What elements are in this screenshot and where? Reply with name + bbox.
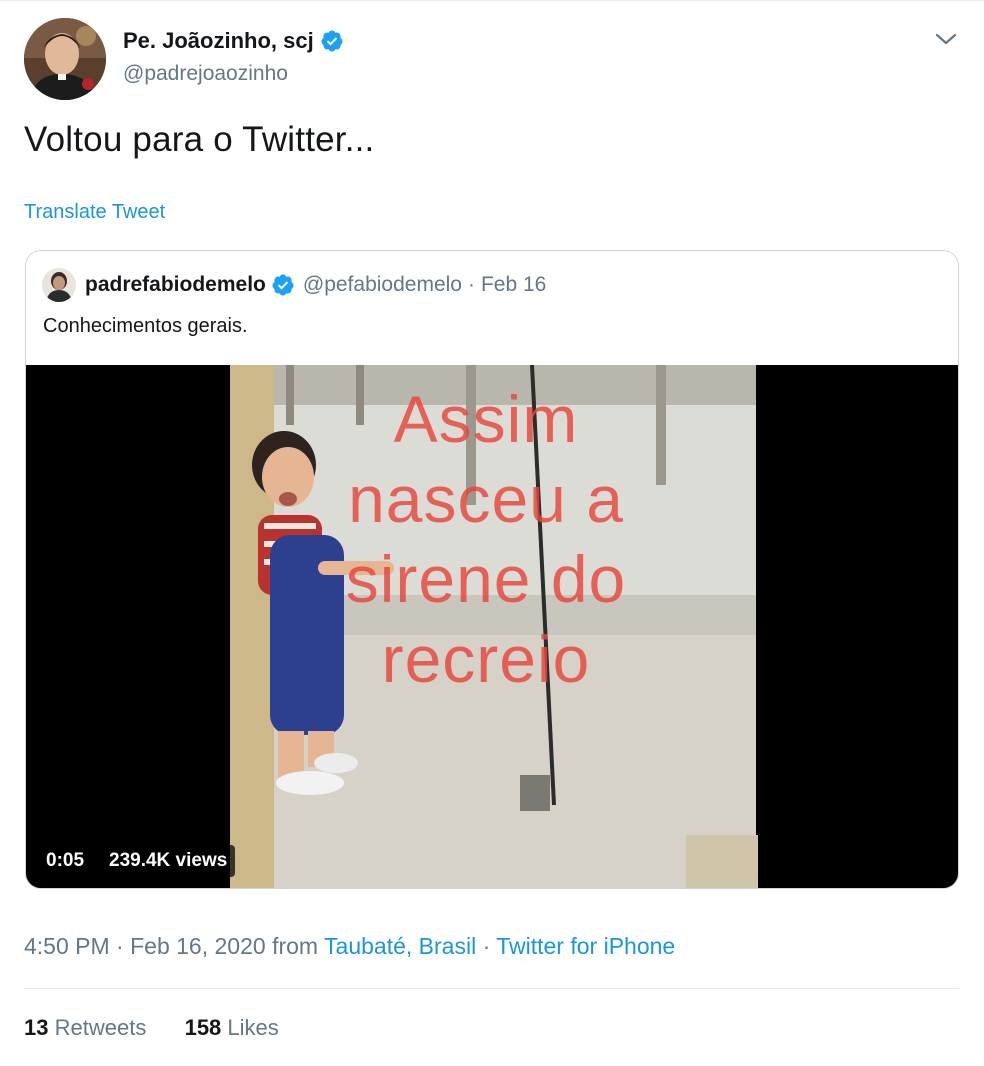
retweets-count: 13 [24,1015,49,1040]
overlay-line: sirene do [345,542,627,616]
divider [24,988,959,989]
likes-count: 158 [184,1015,222,1040]
quoted-tweet-text: Conhecimentos gerais. [43,315,248,337]
location-link[interactable]: Taubaté, Brasil [324,933,476,959]
video-views-badge: 239.4K views [101,845,236,877]
tweet-text: Voltou para o Twitter... [24,120,375,159]
retweets-label: Retweets [54,1015,147,1040]
separator-dot: · [482,933,491,959]
quoted-date[interactable]: Feb 16 [481,273,546,297]
separator-dot: · [116,933,124,959]
likes-stat[interactable]: 158 Likes [185,1015,279,1040]
tweet-stats: 13 Retweets 158 Likes [24,1015,279,1041]
translate-tweet-link[interactable]: Translate Tweet [24,201,165,224]
author-avatar[interactable] [24,18,106,100]
likes-label: Likes [227,1015,279,1040]
author-display-name[interactable]: Pe. Joãozinho, scj [123,28,314,54]
tweet-date[interactable]: Feb 16, 2020 [130,933,266,959]
top-border [0,0,984,1]
quoted-tweet-card[interactable]: padrefabiodemelo @pefabiodemelo · Feb 16… [25,250,959,889]
quoted-display-name[interactable]: padrefabiodemelo [85,273,266,297]
chevron-down-icon[interactable] [932,28,960,50]
verified-badge-icon [321,30,343,52]
from-label: from [272,933,319,959]
retweets-stat[interactable]: 13 Retweets [24,1015,152,1040]
video-overlay-text: Assim nasceu a sirene do recreio [226,379,746,699]
video-player[interactable]: Assim nasceu a sirene do recreio 0:05 23… [26,365,958,888]
tweet-meta: 4:50 PM · Feb 16, 2020 from Taubaté, Bra… [24,933,675,960]
tweet-time[interactable]: 4:50 PM [24,933,110,959]
overlay-line: nasceu a [348,462,624,536]
video-duration-badge: 0:05 [38,845,93,877]
overlay-line: Assim [393,382,579,456]
author-handle[interactable]: @padrejoaozinho [123,62,288,86]
quoted-author-avatar [42,268,76,302]
separator-dot: · [467,273,475,296]
quoted-handle[interactable]: @pefabiodemelo [303,273,462,297]
verified-badge-icon [272,274,294,296]
author-avatar-image [24,18,106,100]
quoted-avatar-image [42,268,76,302]
overlay-line: recreio [381,622,591,696]
source-link[interactable]: Twitter for iPhone [496,933,675,959]
